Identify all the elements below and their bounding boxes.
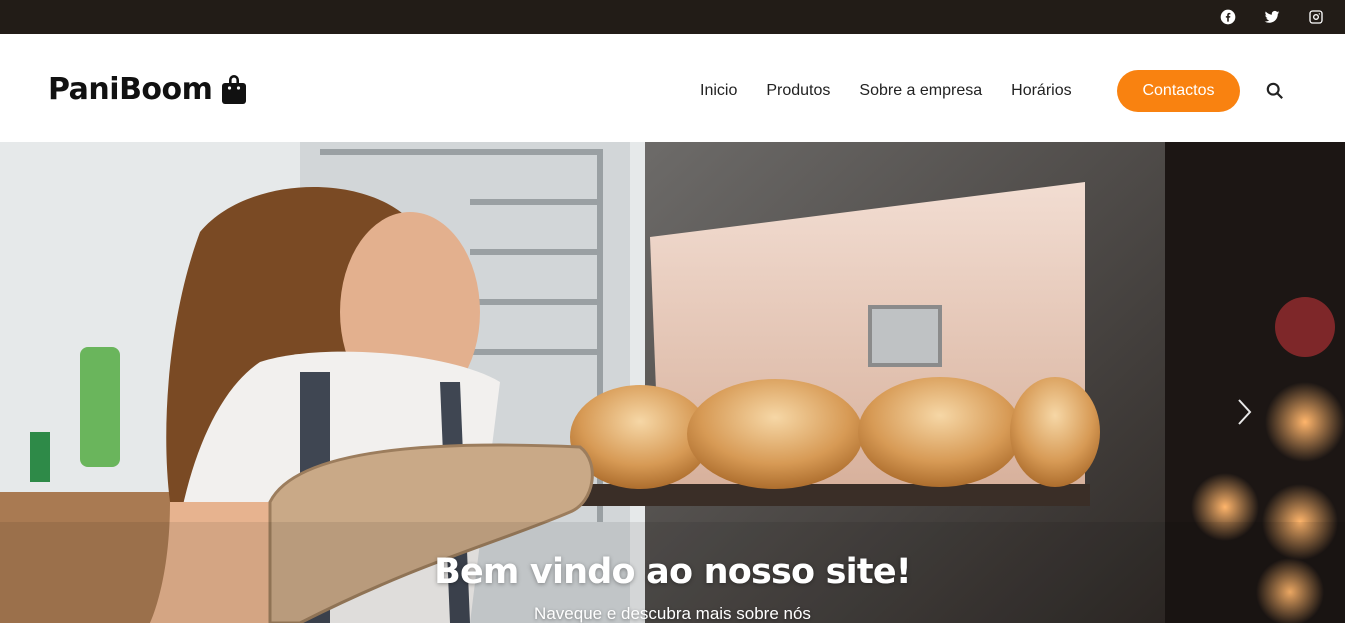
twitter-icon[interactable] bbox=[1263, 8, 1281, 26]
nav-item-produtos[interactable]: Produtos bbox=[766, 82, 830, 100]
hero-slider: Bem vindo ao nosso site! Naveque e descu… bbox=[0, 142, 1345, 623]
hero-subtitle: Naveque e descubra mais sobre nós bbox=[534, 604, 811, 623]
instagram-icon[interactable] bbox=[1307, 8, 1325, 26]
hero-title: Bem vindo ao nosso site! bbox=[434, 552, 912, 592]
shopping-bag-icon bbox=[220, 73, 248, 105]
hero-background-image bbox=[0, 142, 1345, 623]
nav-item-horarios[interactable]: Horários bbox=[1011, 82, 1071, 100]
nav-item-inicio[interactable]: Inicio bbox=[700, 82, 737, 100]
search-icon[interactable] bbox=[1266, 82, 1286, 102]
nav-item-sobre-a-empresa[interactable]: Sobre a empresa bbox=[859, 82, 982, 100]
top-social-bar bbox=[0, 0, 1345, 34]
main-menu: Inicio Produtos Sobre a empresa Horários bbox=[700, 70, 1101, 112]
facebook-icon[interactable] bbox=[1219, 8, 1237, 26]
contactos-button[interactable]: Contactos bbox=[1117, 70, 1240, 112]
brand-name[interactable]: PaniBoom bbox=[48, 72, 213, 107]
main-navbar: PaniBoom Inicio Produtos Sobre a empresa… bbox=[0, 34, 1345, 142]
chevron-right-icon[interactable] bbox=[1232, 396, 1256, 428]
brand-logo[interactable]: PaniBoom bbox=[48, 72, 248, 107]
